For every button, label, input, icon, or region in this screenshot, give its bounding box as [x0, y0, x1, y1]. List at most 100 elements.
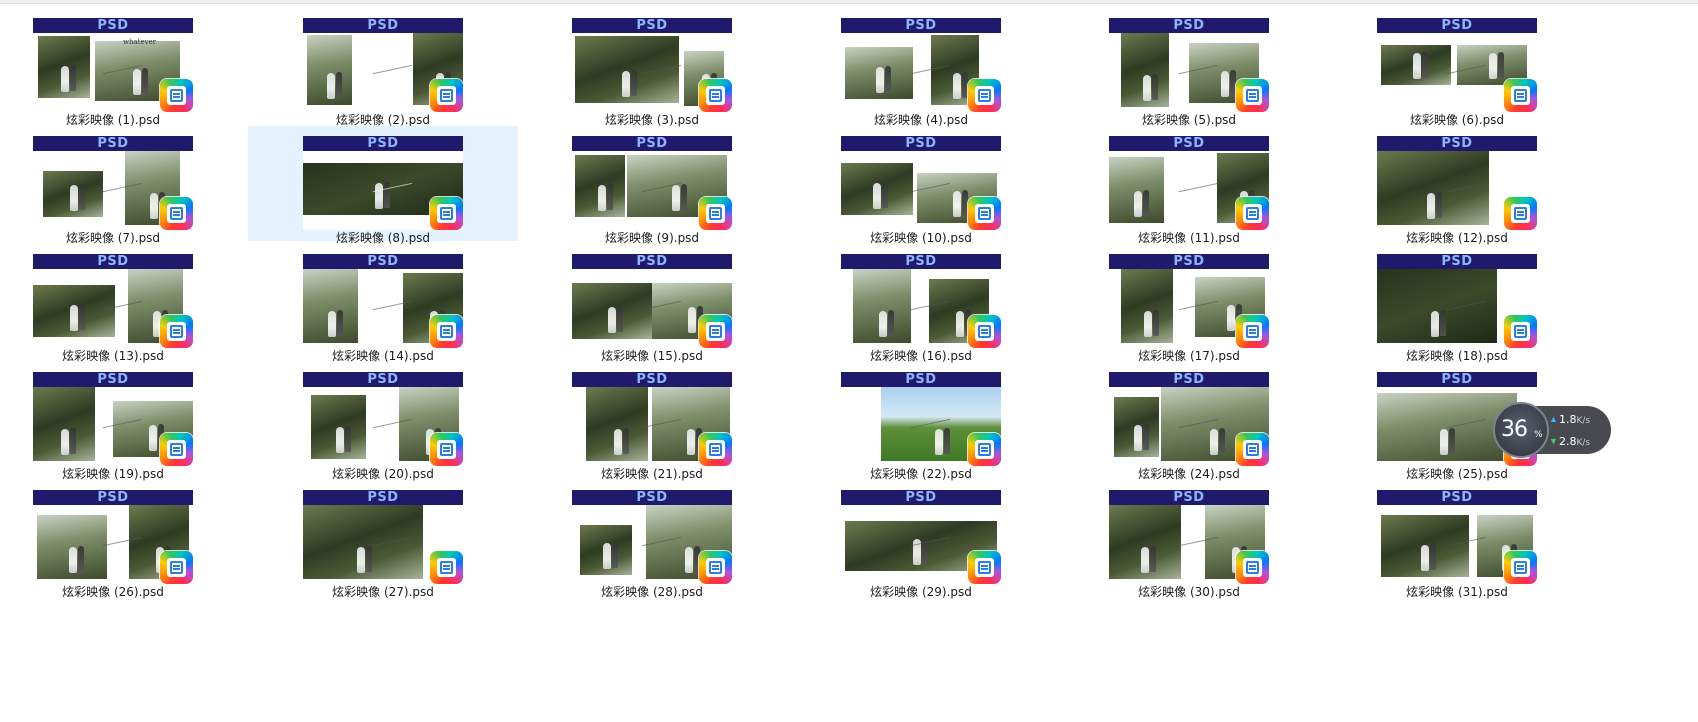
memory-usage-ball[interactable]: 36 % [1493, 402, 1549, 458]
file-name-label[interactable]: 炫彩映像 (25).psd [1322, 467, 1592, 481]
psd-badge: PSD [572, 490, 732, 505]
psd-badge: PSD [1109, 18, 1269, 33]
file-item[interactable]: PSD 炫彩映像 (19).psd [0, 362, 248, 481]
file-item[interactable]: PSD 炫彩映像 (18).psd [1322, 244, 1592, 363]
file-item[interactable]: PSD 炫彩映像 (30).psd [1054, 480, 1324, 599]
file-name-label[interactable]: 炫彩映像 (9).psd [517, 231, 787, 245]
file-name-label[interactable]: 炫彩映像 (19).psd [0, 467, 248, 481]
file-item[interactable]: PSD 炫彩映像 (16).psd [786, 244, 1056, 363]
file-item[interactable]: PSD 炫彩映像 (10).psd [786, 126, 1056, 245]
picture-glyph-icon [1243, 440, 1262, 459]
file-thumbnail[interactable]: PSD [572, 18, 732, 112]
file-thumbnail[interactable]: PSD [841, 372, 1001, 466]
file-thumbnail[interactable]: PSD [1377, 490, 1537, 584]
file-name-label[interactable]: 炫彩映像 (17).psd [1054, 349, 1324, 363]
file-item[interactable]: PSD 炫彩映像 (31).psd [1322, 480, 1592, 599]
picture-glyph-icon [1511, 86, 1530, 105]
file-item[interactable]: PSD 炫彩映像 (7).psd [0, 126, 248, 245]
file-name-label[interactable]: 炫彩映像 (26).psd [0, 585, 248, 599]
file-name-label[interactable]: 炫彩映像 (18).psd [1322, 349, 1592, 363]
file-name-label[interactable]: 炫彩映像 (2).psd [248, 113, 518, 127]
file-item[interactable]: PSD 炫彩映像 (24).psd [1054, 362, 1324, 481]
network-speed-widget[interactable]: 36 % ▲ 1.8K/s ▼ 2.8K/s [1493, 402, 1613, 458]
file-item[interactable]: PSD 炫彩映像 (5).psd [1054, 8, 1324, 127]
file-item[interactable]: PSD 炫彩映像 (22).psd [786, 362, 1056, 481]
file-thumbnail[interactable]: PSD [33, 136, 193, 230]
file-name-label[interactable]: 炫彩映像 (7).psd [0, 231, 248, 245]
file-item[interactable]: PSD 炫彩映像 (20).psd [248, 362, 518, 481]
file-name-label[interactable]: 炫彩映像 (22).psd [786, 467, 1056, 481]
file-name-label[interactable]: 炫彩映像 (13).psd [0, 349, 248, 363]
file-name-label[interactable]: 炫彩映像 (10).psd [786, 231, 1056, 245]
file-name-label[interactable]: 炫彩映像 (16).psd [786, 349, 1056, 363]
file-name-label[interactable]: 炫彩映像 (1).psd [0, 113, 248, 127]
file-thumbnail[interactable]: PSD [303, 372, 463, 466]
file-name-label[interactable]: 炫彩映像 (29).psd [786, 585, 1056, 599]
file-thumbnail[interactable]: PSD [1377, 18, 1537, 112]
file-name-label[interactable]: 炫彩映像 (30).psd [1054, 585, 1324, 599]
file-thumbnail[interactable]: PSD [303, 18, 463, 112]
file-item[interactable]: PSD whatever 炫彩映像 (1).psd [0, 8, 248, 127]
file-name-label[interactable]: 炫彩映像 (6).psd [1322, 113, 1592, 127]
file-item[interactable]: PSD 炫彩映像 (2).psd [248, 8, 518, 127]
file-name-label[interactable]: 炫彩映像 (15).psd [517, 349, 787, 363]
file-thumbnail[interactable]: PSD whatever [33, 18, 193, 112]
file-thumbnail[interactable]: PSD [572, 136, 732, 230]
file-item[interactable]: PSD 炫彩映像 (14).psd [248, 244, 518, 363]
file-thumbnail[interactable]: PSD [1109, 136, 1269, 230]
file-name-label[interactable]: 炫彩映像 (20).psd [248, 467, 518, 481]
bride-figure [1421, 545, 1429, 571]
file-item[interactable]: PSD 炫彩映像 (11).psd [1054, 126, 1324, 245]
file-item[interactable]: PSD 炫彩映像 (26).psd [0, 480, 248, 599]
file-item[interactable]: PSD 炫彩映像 (6).psd [1322, 8, 1592, 127]
file-item[interactable]: PSD 炫彩映像 (8).psd [248, 126, 518, 245]
file-thumbnail[interactable]: PSD [1377, 254, 1537, 348]
file-name-label[interactable]: 炫彩映像 (5).psd [1054, 113, 1324, 127]
file-thumbnail[interactable]: PSD [33, 490, 193, 584]
file-item[interactable]: PSD 炫彩映像 (21).psd [517, 362, 787, 481]
file-thumbnail[interactable]: PSD [1109, 18, 1269, 112]
file-item[interactable]: PSD 炫彩映像 (3).psd [517, 8, 787, 127]
file-thumbnail[interactable]: PSD [303, 254, 463, 348]
file-thumbnail[interactable]: PSD [841, 254, 1001, 348]
file-thumbnail[interactable]: PSD [303, 490, 463, 584]
file-thumbnail[interactable]: PSD [1109, 490, 1269, 584]
file-name-label[interactable]: 炫彩映像 (27).psd [248, 585, 518, 599]
groom-figure [70, 65, 76, 91]
file-item[interactable]: PSD 炫彩映像 (4).psd [786, 8, 1056, 127]
file-thumbnail[interactable]: PSD [572, 372, 732, 466]
file-thumbnail[interactable]: PSD [572, 254, 732, 348]
file-thumbnail[interactable]: PSD [1109, 372, 1269, 466]
file-thumbnail[interactable]: PSD [841, 136, 1001, 230]
file-item[interactable]: PSD 炫彩映像 (17).psd [1054, 244, 1324, 363]
file-item[interactable]: PSD 炫彩映像 (15).psd [517, 244, 787, 363]
file-item[interactable]: PSD 炫彩映像 (29).psd [786, 480, 1056, 599]
bride-figure [953, 191, 961, 217]
file-thumbnail[interactable]: PSD [572, 490, 732, 584]
file-item[interactable]: PSD 炫彩映像 (28).psd [517, 480, 787, 599]
file-name-label[interactable]: 炫彩映像 (31).psd [1322, 585, 1592, 599]
file-thumbnail[interactable]: PSD [33, 254, 193, 348]
file-thumbnail[interactable]: PSD [841, 490, 1001, 584]
file-name-label[interactable]: 炫彩映像 (4).psd [786, 113, 1056, 127]
file-name-label[interactable]: 炫彩映像 (3).psd [517, 113, 787, 127]
file-thumbnail[interactable]: PSD [1109, 254, 1269, 348]
file-item[interactable]: PSD 炫彩映像 (12).psd [1322, 126, 1592, 245]
file-name-label[interactable]: 炫彩映像 (28).psd [517, 585, 787, 599]
file-thumbnail[interactable]: PSD [1377, 136, 1537, 230]
file-item[interactable]: PSD 炫彩映像 (9).psd [517, 126, 787, 245]
file-name-label[interactable]: 炫彩映像 (8).psd [248, 231, 518, 245]
file-thumbnail[interactable]: PSD [841, 18, 1001, 112]
file-name-label[interactable]: 炫彩映像 (12).psd [1322, 231, 1592, 245]
file-name-label[interactable]: 炫彩映像 (14).psd [248, 349, 518, 363]
preview-photo [841, 163, 913, 215]
file-name-label[interactable]: 炫彩映像 (11).psd [1054, 231, 1324, 245]
file-thumbnail[interactable]: PSD [33, 372, 193, 466]
file-item[interactable]: PSD 炫彩映像 (13).psd [0, 244, 248, 363]
image-viewer-app-icon [160, 433, 193, 466]
file-thumbnail[interactable]: PSD [303, 136, 463, 230]
picture-glyph-icon [437, 322, 456, 341]
file-item[interactable]: PSD 炫彩映像 (27).psd [248, 480, 518, 599]
file-name-label[interactable]: 炫彩映像 (21).psd [517, 467, 787, 481]
file-name-label[interactable]: 炫彩映像 (24).psd [1054, 467, 1324, 481]
